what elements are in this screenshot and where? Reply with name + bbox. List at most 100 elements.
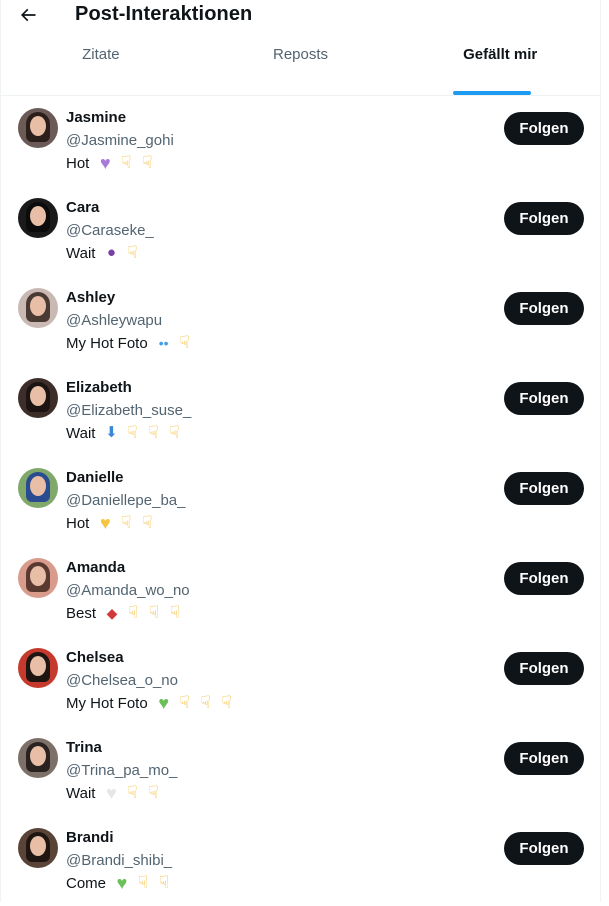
follow-button[interactable]: Folgen [504,652,584,685]
user-name[interactable]: Elizabeth [66,379,132,396]
user-handle: @Brandi_shibi_ [66,852,173,869]
user-handle: @Jasmine_gohi [66,132,174,149]
eggplant-icon: ● [106,244,116,261]
point-down-icon: ☟ [121,513,132,532]
bio-text: Wait [66,784,96,802]
user-name[interactable]: Amanda [66,559,125,576]
down-arrow-icon: ⬇ [105,424,118,441]
point-down-icon: ☟ [169,603,181,622]
point-down-icon: ☟ [142,513,153,532]
avatar[interactable] [18,648,58,688]
avatar[interactable] [18,558,58,598]
avatar[interactable] [18,108,58,148]
user-row[interactable]: Cara @Caraseke_ Wait ● ☟ Folgen [1,186,600,276]
tab-gefaellt-mir[interactable]: Gefällt mir [400,30,600,95]
user-name[interactable]: Trina [66,739,102,756]
post-interactions-panel: Post-Interaktionen Zitate Reposts Gefäll… [0,0,601,902]
follow-button[interactable]: Folgen [504,112,584,145]
green-heart-icon: ♥ [158,693,170,713]
avatar[interactable] [18,378,58,418]
tab-label: Zitate [82,46,120,63]
user-bio: Hot ♥ ☟ ☟ [66,513,156,533]
user-row[interactable]: Amanda @Amanda_wo_no Best ◆ ☟ ☟ ☟ Folgen [1,546,600,636]
follow-button[interactable]: Folgen [504,202,584,235]
follow-button[interactable]: Folgen [504,292,584,325]
user-row[interactable]: Elizabeth @Elizabeth_suse_ Wait ⬇ ☟ ☟ ☟ Folg… [1,366,600,456]
user-bio: Wait ♥ ☟ ☟ [66,783,162,803]
user-name[interactable]: Brandi [66,829,114,846]
point-down-icon: ☟ [137,873,149,892]
back-button[interactable] [15,4,41,26]
follow-button[interactable]: Folgen [504,382,584,415]
purple-heart-icon: ♥ [100,153,111,173]
user-row[interactable]: Chelsea @Chelsea_o_no My Hot Foto ♥ ☟ ☟ ☟ Fo… [1,636,600,726]
strawberry-icon: ◆ [106,605,118,621]
tab-zitate[interactable]: Zitate [1,30,201,95]
user-handle: @Caraseke_ [66,222,154,239]
avatar[interactable] [18,738,58,778]
user-name[interactable]: Ashley [66,289,115,306]
point-down-icon: ☟ [148,423,159,442]
avatar[interactable] [18,828,58,868]
green-heart-icon: ♥ [116,873,128,893]
point-down-icon: ☟ [127,603,139,622]
point-down-icon: ☟ [148,603,160,622]
avatar[interactable] [18,288,58,328]
active-tab-indicator [453,91,531,95]
follow-button[interactable]: Folgen [504,832,584,865]
bio-text: Wait [66,424,96,442]
user-bio: Best ◆ ☟ ☟ ☟ [66,604,184,622]
follow-button[interactable]: Folgen [504,742,584,775]
user-row[interactable]: Jasmine @Jasmine_gohi Hot ♥ ☟ ☟ Folgen [1,96,600,186]
white-heart-icon: ♥ [106,783,117,803]
point-down-icon: ☟ [221,693,232,712]
user-handle: @Trina_pa_mo_ [66,762,178,779]
user-bio: My Hot Foto •• ☟ [66,334,194,352]
point-down-icon: ☟ [127,243,138,262]
tab-label: Reposts [272,46,329,63]
bio-text: Best [66,604,97,622]
point-down-icon: ☟ [127,783,138,802]
user-name[interactable]: Jasmine [66,109,126,126]
user-bio: Hot ♥ ☟ ☟ [66,153,156,173]
yellow-heart-icon: ♥ [100,513,111,533]
user-name[interactable]: Chelsea [66,649,124,666]
bio-text: Hot [66,154,90,172]
user-bio: Come ♥ ☟ ☟ [66,873,173,893]
tab-bar: Zitate Reposts Gefällt mir [1,30,600,96]
point-down-icon: ☟ [179,693,190,712]
back-arrow-icon [20,8,36,22]
tab-label: Gefällt mir [463,46,538,63]
sweat-drops-icon: •• [158,335,169,351]
user-bio: My Hot Foto ♥ ☟ ☟ ☟ [66,693,236,713]
user-row[interactable]: Brandi @Brandi_shibi_ Come ♥ ☟ ☟ Folgen [1,816,600,906]
follow-button[interactable]: Folgen [504,562,584,595]
user-handle: @Daniellepe_ba_ [66,492,186,509]
point-down-icon: ☟ [158,873,170,892]
user-handle: @Chelsea_o_no [66,672,178,689]
bio-text: My Hot Foto [66,694,148,712]
user-bio: Wait ● ☟ [66,244,141,262]
tab-reposts[interactable]: Reposts [201,30,401,95]
point-down-icon: ☟ [121,153,132,172]
user-name[interactable]: Danielle [66,469,124,486]
user-handle: @Amanda_wo_no [66,582,190,599]
user-row[interactable]: Ashley @Ashleywapu My Hot Foto •• ☟ Folgen [1,276,600,366]
point-down-icon: ☟ [148,783,159,802]
avatar[interactable] [18,198,58,238]
user-handle: @Ashleywapu [66,312,163,329]
user-name[interactable]: Cara [66,199,99,216]
user-handle: @Elizabeth_suse_ [66,402,192,419]
point-down-icon: ☟ [127,423,138,442]
point-down-icon: ☟ [142,153,153,172]
user-bio: Wait ⬇ ☟ ☟ ☟ [66,424,183,442]
point-down-icon: ☟ [200,693,211,712]
page-title: Post-Interaktionen [75,3,253,25]
user-row[interactable]: Trina @Trina_pa_mo_ Wait ♥ ☟ ☟ Folgen [1,726,600,816]
bio-text: My Hot Foto [66,334,148,352]
bio-text: Come [66,874,107,892]
user-row[interactable]: Danielle @Daniellepe_ba_ Hot ♥ ☟ ☟ Folgen [1,456,600,546]
avatar[interactable] [18,468,58,508]
follow-button[interactable]: Folgen [504,472,584,505]
user-list: Jasmine @Jasmine_gohi Hot ♥ ☟ ☟ Folgen Cara… [1,96,600,906]
